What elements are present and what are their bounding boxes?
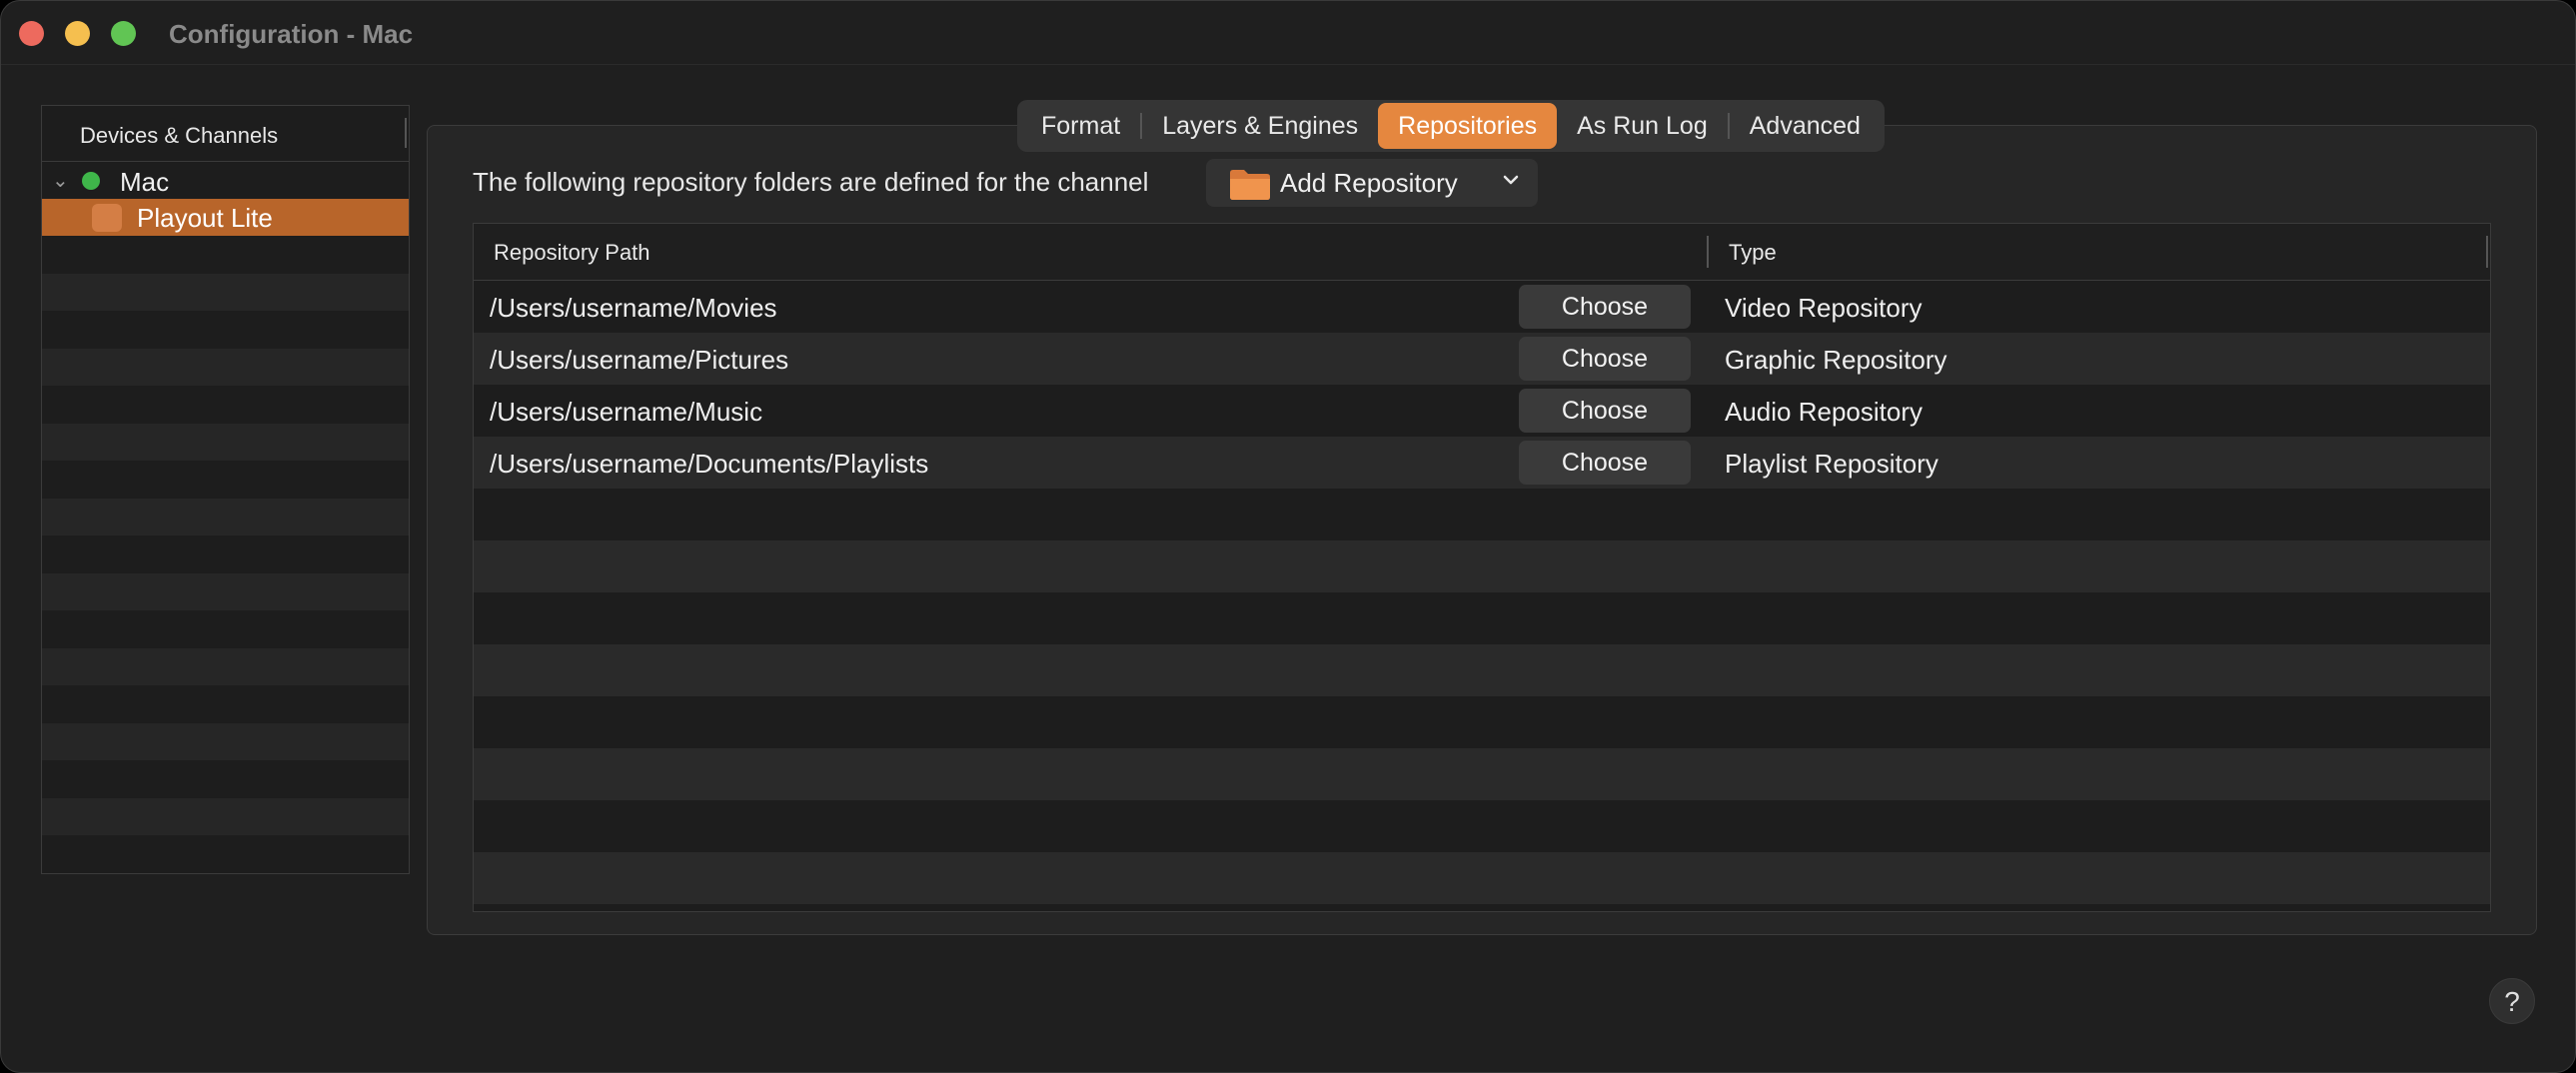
column-header-type[interactable]: Type bbox=[1729, 240, 1777, 266]
table-row[interactable]: /Users/username/Movies Choose Video Repo… bbox=[474, 281, 2490, 333]
repository-type-cell[interactable]: Audio Repository bbox=[1725, 397, 1923, 428]
choose-button[interactable]: Choose bbox=[1519, 285, 1691, 329]
empty-row bbox=[474, 540, 2490, 592]
tab-format[interactable]: Format bbox=[1021, 103, 1140, 149]
empty-row bbox=[474, 696, 2490, 748]
add-repository-button[interactable]: Add Repository bbox=[1206, 159, 1538, 207]
close-window-button[interactable] bbox=[19, 21, 44, 46]
column-header-repository-path[interactable]: Repository Path bbox=[494, 240, 650, 266]
sidebar-item-mac[interactable]: ⌄ Mac bbox=[42, 162, 409, 199]
empty-row bbox=[42, 835, 409, 873]
empty-row bbox=[42, 722, 409, 760]
empty-row bbox=[474, 800, 2490, 852]
column-resize-handle[interactable] bbox=[405, 118, 407, 148]
empty-row bbox=[42, 797, 409, 835]
sidebar-header-label: Devices & Channels bbox=[80, 123, 279, 148]
sidebar-header: Devices & Channels bbox=[42, 106, 409, 162]
empty-row bbox=[474, 489, 2490, 540]
empty-row bbox=[42, 311, 409, 349]
minimize-window-button[interactable] bbox=[65, 21, 90, 46]
empty-row bbox=[42, 572, 409, 610]
empty-row bbox=[42, 760, 409, 798]
device-label: Mac bbox=[120, 167, 170, 197]
status-online-icon bbox=[82, 172, 100, 190]
empty-row bbox=[474, 644, 2490, 696]
repository-path-cell: /Users/username/Pictures bbox=[490, 345, 789, 375]
devices-channels-sidebar: Devices & Channels ⌄ Mac Playout Lite bbox=[41, 105, 410, 874]
empty-row bbox=[42, 273, 409, 311]
empty-row bbox=[42, 386, 409, 424]
tab-layers-engines[interactable]: Layers & Engines bbox=[1142, 103, 1378, 149]
table-row[interactable]: /Users/username/Pictures Choose Graphic … bbox=[474, 333, 2490, 385]
empty-row bbox=[42, 498, 409, 536]
chevron-down-icon[interactable] bbox=[1500, 169, 1522, 191]
repository-path-cell: /Users/username/Documents/Playlists bbox=[490, 449, 929, 479]
empty-row bbox=[42, 610, 409, 648]
empty-row bbox=[42, 423, 409, 461]
empty-row bbox=[42, 536, 409, 573]
repository-path-cell: /Users/username/Music bbox=[490, 397, 763, 427]
channel-icon bbox=[92, 204, 122, 232]
empty-row bbox=[42, 236, 409, 274]
table-header: Repository Path Type bbox=[474, 224, 2490, 281]
zoom-window-button[interactable] bbox=[111, 21, 136, 46]
title-bar: Configuration - Mac bbox=[1, 1, 2575, 65]
channel-label: Playout Lite bbox=[137, 203, 273, 233]
empty-row bbox=[42, 685, 409, 723]
empty-row bbox=[42, 647, 409, 685]
empty-row bbox=[474, 852, 2490, 904]
table-row[interactable]: /Users/username/Documents/Playlists Choo… bbox=[474, 437, 2490, 489]
empty-row bbox=[42, 872, 409, 873]
table-row[interactable]: /Users/username/Music Choose Audio Repos… bbox=[474, 385, 2490, 437]
choose-button[interactable]: Choose bbox=[1519, 389, 1691, 433]
repository-type-cell[interactable]: Graphic Repository bbox=[1725, 345, 1947, 376]
empty-row bbox=[42, 461, 409, 499]
column-resize-handle[interactable] bbox=[2486, 236, 2488, 268]
repository-type-cell[interactable]: Video Repository bbox=[1725, 293, 1923, 324]
configuration-window: Configuration - Mac Devices & Channels ⌄… bbox=[0, 0, 2576, 1073]
tab-bar: Format Layers & Engines Repositories As … bbox=[1017, 100, 1885, 152]
add-repository-label: Add Repository bbox=[1280, 168, 1458, 198]
column-resize-handle[interactable] bbox=[1707, 236, 1709, 268]
repository-path-cell: /Users/username/Movies bbox=[490, 293, 777, 323]
tab-as-run-log[interactable]: As Run Log bbox=[1557, 103, 1728, 149]
choose-button[interactable]: Choose bbox=[1519, 337, 1691, 381]
repositories-description: The following repository folders are def… bbox=[473, 167, 1149, 197]
help-button[interactable]: ? bbox=[2489, 978, 2535, 1024]
tab-advanced[interactable]: Advanced bbox=[1730, 103, 1881, 149]
repository-type-cell[interactable]: Playlist Repository bbox=[1725, 449, 1938, 480]
window-title: Configuration - Mac bbox=[169, 19, 414, 49]
choose-button[interactable]: Choose bbox=[1519, 441, 1691, 485]
disclosure-chevron-icon[interactable]: ⌄ bbox=[52, 168, 69, 193]
repositories-table: Repository Path Type /Users/username/Mov… bbox=[473, 223, 2491, 912]
empty-row bbox=[42, 348, 409, 386]
sidebar-item-playout-lite[interactable]: Playout Lite bbox=[42, 199, 409, 236]
tab-repositories[interactable]: Repositories bbox=[1378, 103, 1558, 149]
folder-icon bbox=[1230, 170, 1270, 200]
empty-row bbox=[474, 592, 2490, 644]
empty-row bbox=[474, 748, 2490, 800]
